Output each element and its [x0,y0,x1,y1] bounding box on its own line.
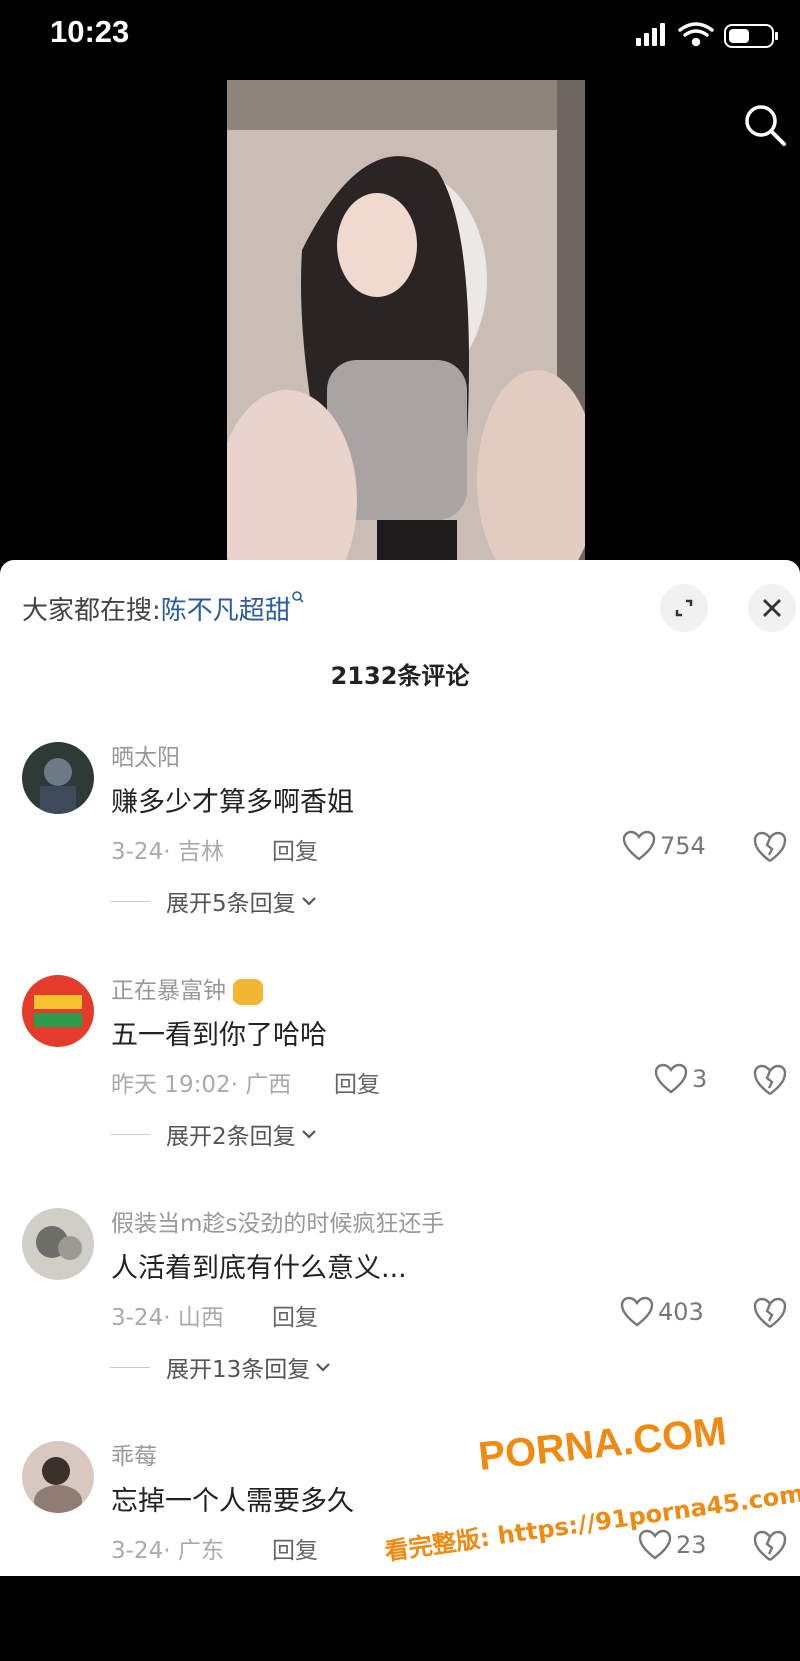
trending-keyword[interactable]: 陈不凡超甜 [161,596,291,626]
comment-username[interactable]: 正在暴富钟 [111,971,264,1005]
comment-username[interactable]: 乖莓 [111,1437,157,1471]
dislike-button[interactable] [752,1296,788,1330]
comment-text: 人活着到底有什么意义... [111,1253,407,1284]
comment-username[interactable]: 假装当m趁s没劲的时候疯狂还手 [111,1204,444,1238]
watermark-url: 看完整版: https://91porna45.com [383,1479,800,1566]
reply-button[interactable]: 回复 [272,832,318,866]
avatar[interactable] [22,742,94,814]
avatar[interactable] [22,1441,94,1513]
status-icons [630,20,790,50]
comment-count: 2132条评论 [330,662,470,690]
expand-replies-label: 展开5条回复 [166,891,296,917]
fist-emoji-icon [233,978,264,1005]
comment-text: 忘掉一个人需要多久 [111,1486,354,1517]
watermark-brand: PORNA.COM [476,1409,728,1479]
reply-button[interactable]: 回复 [272,1531,318,1565]
expand-button[interactable] [660,584,708,632]
comment-meta: 昨天 19:02· 广西 [111,1072,292,1098]
heart-icon [620,1296,654,1327]
expand-icon [675,599,693,617]
reply-button[interactable]: 回复 [272,1298,318,1332]
comment-username-text: 正在暴富钟 [111,978,226,1004]
trending-label: 大家都在搜: [22,596,161,626]
search-icon[interactable] [740,100,790,150]
like-button[interactable]: 3 [654,1061,707,1097]
like-count: 403 [658,1298,704,1326]
avatar[interactable] [22,1208,94,1280]
broken-heart-icon [753,1064,787,1095]
signal-icon [636,23,665,46]
dislike-button[interactable] [752,1063,788,1097]
chevron-down-icon [301,897,316,906]
comment-meta: 3-24· 广东 [111,1538,224,1564]
small-search-icon [291,591,304,603]
wifi-icon [678,22,714,47]
like-count: 3 [692,1065,708,1093]
heart-icon [654,1063,688,1094]
comment-text: 五一看到你了哈哈 [111,1020,327,1051]
divider [110,1366,150,1368]
avatar[interactable] [22,975,94,1047]
expand-replies-label: 展开13条回复 [166,1357,311,1383]
trending-search[interactable]: 大家都在搜:陈不凡超甜 [22,590,305,627]
broken-heart-icon [753,1297,787,1328]
close-icon [763,599,781,617]
comment-item: 正在暴富钟 五一看到你了哈哈 昨天 19:02· 广西 回复 3 展开2条回复 [0,965,800,1195]
comment-meta: 3-24· 山西 [111,1305,224,1331]
comment-username[interactable]: 晒太阳 [111,738,180,772]
expand-replies[interactable]: 展开2条回复 [110,1117,318,1151]
status-time: 10:23 [50,14,130,49]
status-bar: 10:23 [0,0,800,70]
divider [110,900,150,902]
watermark: PORNA.COM 看完整版: https://91porna45.com [380,1400,800,1576]
heart-icon [622,830,656,861]
reply-button[interactable]: 回复 [334,1065,380,1099]
comment-item: 假装当m趁s没劲的时候疯狂还手 人活着到底有什么意义... 3-24· 山西 回… [0,1198,800,1428]
like-button[interactable]: 754 [622,828,706,864]
chevron-down-icon [316,1363,331,1372]
close-button[interactable] [748,584,796,632]
chevron-down-icon [301,1130,316,1139]
expand-replies[interactable]: 展开5条回复 [110,884,318,918]
comment-item: 晒太阳 赚多少才算多啊香姐 3-24· 吉林 回复 754 展开5条回复 [0,732,800,962]
divider [110,1133,150,1135]
expand-replies[interactable]: 展开13条回复 [110,1350,332,1384]
comment-meta: 3-24· 吉林 [111,839,224,865]
broken-heart-icon [753,831,787,862]
dislike-button[interactable] [752,830,788,864]
video-frame[interactable] [227,80,585,560]
like-button[interactable]: 403 [620,1294,704,1330]
comment-text: 赚多少才算多啊香姐 [111,787,354,818]
battery-icon [724,24,778,48]
like-count: 754 [660,832,706,860]
expand-replies-label: 展开2条回复 [166,1124,296,1150]
